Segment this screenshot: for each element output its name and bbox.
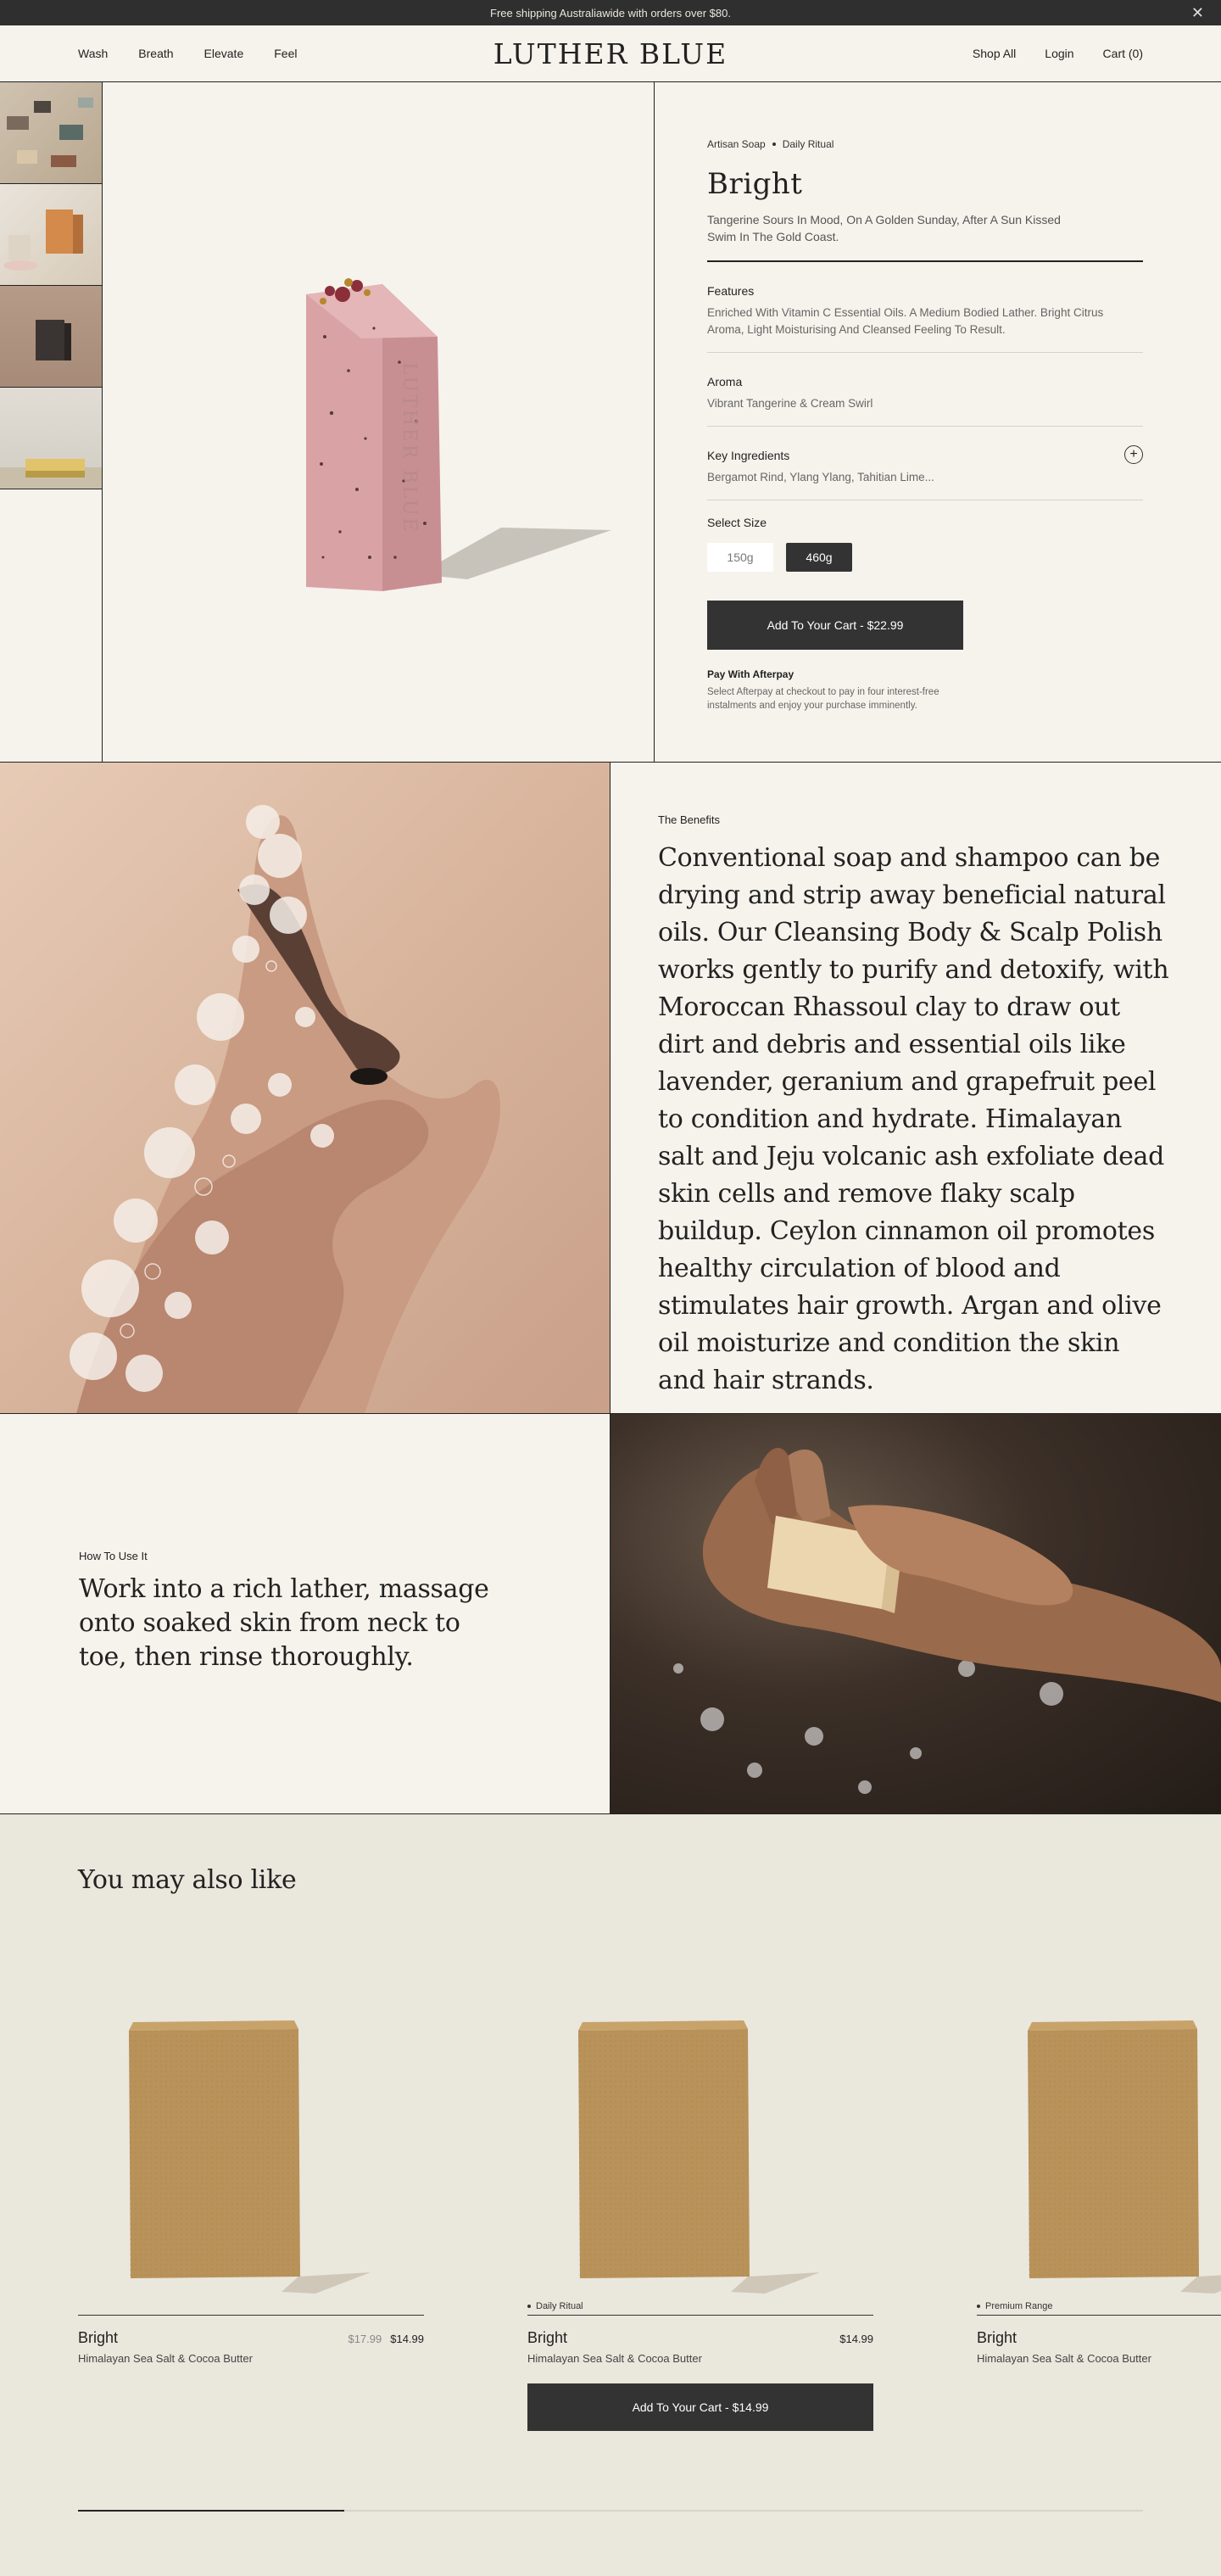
product-card-image[interactable] — [527, 1937, 873, 2298]
divider — [977, 2315, 1221, 2316]
divider — [78, 2315, 424, 2316]
aroma-block: Aroma Vibrant Tangerine & Cream Swirl — [707, 353, 1143, 427]
original-price: $17.99 — [348, 2333, 382, 2345]
breadcrumb-item[interactable]: Artisan Soap — [707, 138, 766, 150]
product-card-subtitle: Himalayan Sea Salt & Cocoa Butter — [527, 2352, 702, 2365]
soap-in-water-image — [610, 1414, 1221, 1813]
divider — [527, 2315, 873, 2316]
breadcrumb: Artisan Soap Daily Ritual — [707, 138, 1143, 150]
tan-soap-bar — [129, 2020, 371, 2294]
product-card[interactable]: Bright Himalayan Sea Salt & Cocoa Butter… — [78, 1937, 424, 2431]
soap-stamp-text: LUTHER BLUE — [399, 362, 420, 534]
tan-soap-bar — [578, 2020, 820, 2294]
lathered-hands-image — [0, 763, 610, 1413]
login-link[interactable]: Login — [1045, 47, 1073, 60]
thumbnail-1[interactable] — [0, 82, 102, 184]
main-nav: Wash Breath Elevate Feel LUTHER BLUE Sho… — [0, 25, 1221, 82]
add-to-cart-button[interactable]: Add To Your Cart - $22.99 — [707, 601, 963, 650]
how-to-eyebrow: How To Use It — [79, 1550, 148, 1562]
afterpay-text: Select Afterpay at checkout to pay in fo… — [707, 687, 939, 711]
benefits-eyebrow: The Benefits — [658, 813, 720, 826]
tan-soap-bar — [1028, 2020, 1221, 2294]
how-to-text: How To Use It Work into a rich lather, m… — [0, 1414, 610, 1813]
product-card[interactable]: Daily Ritual Bright Himalayan Sea Salt &… — [527, 1937, 873, 2431]
ingredients-block[interactable]: Key Ingredients Bergamot Rind, Ylang Yla… — [707, 427, 1143, 500]
how-to-body: Work into a rich lather, massage onto so… — [79, 1574, 489, 1672]
bullet-icon — [527, 2305, 531, 2308]
product-description: Tangerine Sours In Mood, On A Golden Sun… — [707, 213, 1061, 243]
announcement-bar: Free shipping Australiawide with orders … — [0, 0, 1221, 25]
carousel-progress-fill — [78, 2510, 344, 2512]
bullet-icon — [977, 2305, 980, 2308]
product-card-image[interactable] — [78, 1937, 424, 2298]
size-selector: Select Size 150g 460g — [707, 500, 1143, 572]
thumbnail-4-image — [0, 459, 102, 489]
nav-link-wash[interactable]: Wash — [78, 47, 108, 60]
bullet-icon — [772, 142, 776, 146]
ingredients-label: Key Ingredients — [707, 449, 790, 462]
nav-categories: Wash Breath Elevate Feel — [78, 47, 297, 60]
benefits-section: The Benefits Conventional soap and shamp… — [0, 763, 1221, 1414]
product-card-name[interactable]: Bright — [527, 2329, 702, 2347]
card-add-to-cart-button[interactable]: Add To Your Cart - $14.99 — [527, 2383, 873, 2431]
nav-link-feel[interactable]: Feel — [274, 47, 297, 60]
product-card[interactable]: Premium Range Bright Himalayan Sea Salt … — [977, 1937, 1221, 2431]
announcement-text: Free shipping Australiawide with orders … — [490, 6, 731, 20]
product-image: LUTHER BLUE — [103, 82, 655, 762]
size-option-150g[interactable]: 150g — [707, 543, 773, 572]
benefits-body: Conventional soap and shampoo can be dry… — [658, 843, 1169, 1395]
features-text: Enriched With Vitamin C Essential Oils. … — [707, 306, 1104, 336]
related-heading: You may also like — [78, 1865, 297, 1895]
hands-illustration — [70, 805, 500, 1413]
product-card-tag — [78, 2298, 424, 2315]
close-icon[interactable]: ✕ — [1191, 5, 1204, 20]
nav-link-breath[interactable]: Breath — [138, 47, 173, 60]
product-card-name[interactable]: Bright — [78, 2329, 253, 2347]
aroma-label: Aroma — [707, 375, 743, 388]
breadcrumb-item[interactable]: Daily Ritual — [783, 138, 834, 150]
product-card-subtitle: Himalayan Sea Salt & Cocoa Butter — [977, 2352, 1151, 2365]
nav-account: Shop All Login Cart (0) — [973, 47, 1143, 60]
soap-bar-image: LUTHER BLUE — [306, 278, 611, 591]
product-card-name[interactable]: Bright — [977, 2329, 1151, 2347]
afterpay-title: Pay With Afterpay — [707, 668, 794, 680]
product-card-tag-label: Premium Range — [985, 2301, 1053, 2311]
size-label: Select Size — [707, 516, 767, 529]
cart-link[interactable]: Cart (0) — [1103, 47, 1143, 60]
hands-water-illustration — [673, 1448, 1221, 1794]
thumbnail-4[interactable] — [0, 388, 102, 489]
product-card-tag-label: Daily Ritual — [536, 2301, 583, 2311]
expand-plus-icon[interactable]: + — [1124, 445, 1143, 464]
product-title: Bright — [707, 167, 803, 201]
related-carousel[interactable]: Bright Himalayan Sea Salt & Cocoa Butter… — [78, 1937, 1221, 2431]
shop-all-link[interactable]: Shop All — [973, 47, 1016, 60]
carousel-progress-bar[interactable] — [78, 2510, 1143, 2512]
sale-price: $14.99 — [839, 2333, 873, 2345]
aroma-text: Vibrant Tangerine & Cream Swirl — [707, 397, 873, 410]
thumbnail-2[interactable] — [0, 184, 102, 286]
afterpay-info: Pay With Afterpay Select Afterpay at che… — [707, 668, 1143, 712]
benefits-text: The Benefits Conventional soap and shamp… — [610, 763, 1221, 1413]
product-card-tag: Daily Ritual — [527, 2298, 873, 2315]
features-label: Features — [707, 284, 755, 298]
sale-price: $14.99 — [390, 2333, 424, 2345]
ingredients-text: Bergamot Rind, Ylang Ylang, Tahitian Lim… — [707, 471, 934, 483]
related-products-section: You may also like Bright Himalayan Sea S… — [0, 1814, 1221, 2576]
how-to-section: How To Use It Work into a rich lather, m… — [0, 1414, 1221, 1814]
product-section: LUTHER BLUE Artisan Soap Daily Ritual Br… — [0, 82, 1221, 763]
thumbnail-3-image — [36, 320, 71, 360]
product-card-tag: Premium Range — [977, 2298, 1221, 2315]
thumbnail-3[interactable] — [0, 286, 102, 388]
nav-link-elevate[interactable]: Elevate — [204, 47, 244, 60]
features-block: Features Enriched With Vitamin C Essenti… — [707, 262, 1143, 353]
product-card-image[interactable] — [977, 1937, 1221, 2298]
size-option-460g[interactable]: 460g — [786, 543, 852, 572]
product-card-subtitle: Himalayan Sea Salt & Cocoa Butter — [78, 2352, 253, 2365]
product-info: Artisan Soap Daily Ritual Bright Tangeri… — [655, 82, 1221, 762]
thumbnail-1-image — [7, 98, 93, 167]
thumbnail-2-image — [3, 210, 83, 271]
thumbnail-strip — [0, 82, 103, 762]
brand-logo[interactable]: LUTHER BLUE — [493, 37, 728, 70]
